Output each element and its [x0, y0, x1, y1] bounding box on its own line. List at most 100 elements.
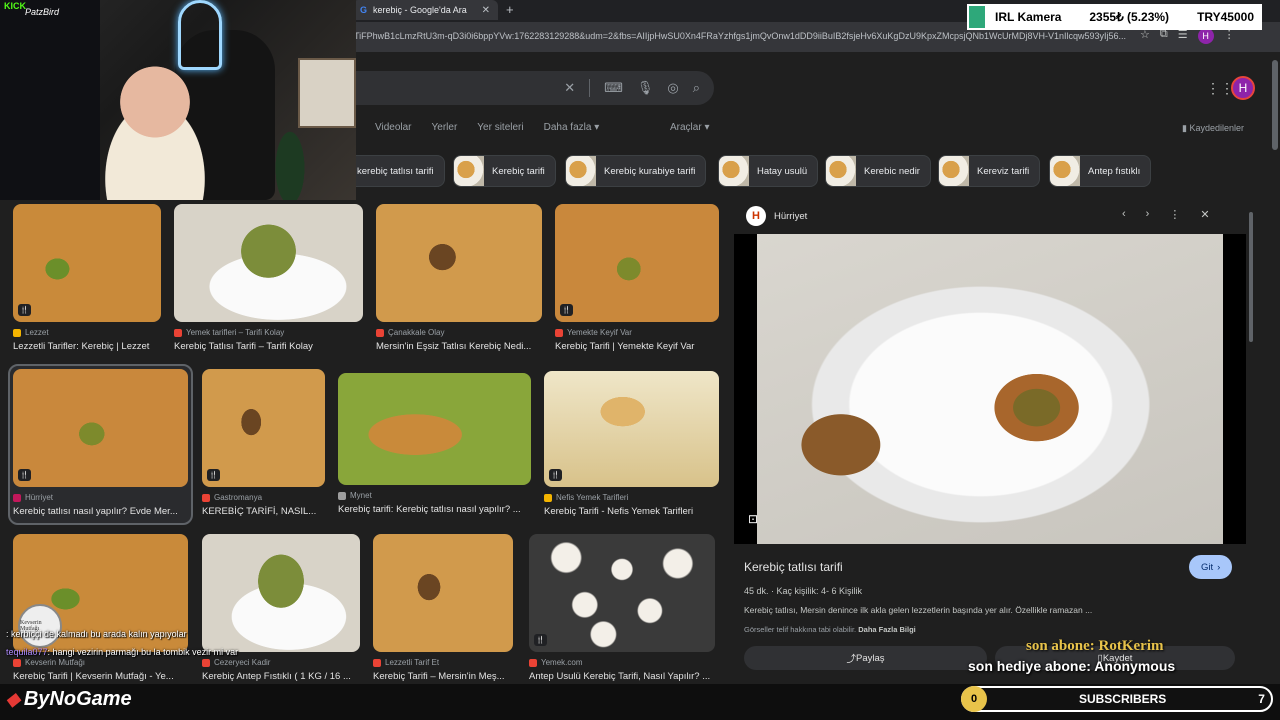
- image-result[interactable]: 🍴 Yemek.com Antep Usulü Kerebiç Tarifi, …: [529, 534, 715, 682]
- subscriber-goal-bar: 0 SUBSCRIBERS 7: [961, 686, 1273, 712]
- result-source: Lezzet: [13, 328, 161, 337]
- browser-tab[interactable]: G kerebiç - Google'da Ara ✕: [352, 0, 498, 20]
- donation-ticker: IRL Kamera 2355₺ (5.23%) TRY45000: [967, 4, 1262, 30]
- preview-image[interactable]: [757, 234, 1223, 544]
- image-result[interactable]: 🍴 Yemekte Keyif Var Kerebiç Tarifi | Yem…: [555, 204, 719, 352]
- result-title[interactable]: Mersin'in Eşsiz Tatlısı Kerebiç Nedi...: [376, 341, 542, 352]
- image-result[interactable]: Çanakkale Olay Mersin'in Eşsiz Tatlısı K…: [376, 204, 542, 352]
- bookmark-star-icon[interactable]: ☆: [1140, 28, 1150, 44]
- result-image[interactable]: 🍴: [13, 204, 161, 322]
- result-image[interactable]: 🍴: [555, 204, 719, 322]
- google-apps-icon[interactable]: ⋮⋮: [1206, 80, 1234, 97]
- tab-close-icon[interactable]: ✕: [482, 5, 490, 16]
- image-result[interactable]: 🍴 Nefis Yemek Tarifleri Kerebiç Tarifi -…: [544, 371, 719, 517]
- close-icon[interactable]: ✕: [1200, 208, 1209, 221]
- more-options-icon[interactable]: ⋮: [1169, 208, 1180, 221]
- recipe-badge-icon: 🍴: [18, 304, 31, 316]
- mic-icon[interactable]: 🎙: [637, 80, 654, 96]
- lens-icon[interactable]: ◎: [667, 80, 678, 96]
- result-title[interactable]: Kerebiç tatlısı nasıl yapılır? Evde Mer.…: [13, 506, 188, 517]
- ticker-label: IRL Kamera: [995, 10, 1062, 24]
- image-result[interactable]: 🍴 Lezzet Lezzetli Tarifler: Kerebiç | Le…: [13, 204, 161, 352]
- chat-username: tequila077: [6, 647, 48, 657]
- result-image[interactable]: [174, 204, 363, 322]
- result-title[interactable]: Antep Usulü Kerebiç Tarifi, Nasıl Yapılı…: [529, 671, 715, 682]
- keyboard-icon[interactable]: ⌨: [604, 80, 623, 96]
- result-image[interactable]: 🍴: [529, 534, 715, 652]
- preview-description: Kerebiç tatlısı, Mersin denince ilk akla…: [744, 605, 1093, 615]
- webcam-background: [0, 0, 100, 200]
- image-result[interactable]: Lezzetli Tarif Et Kerebiç Tarifi – Mersi…: [373, 534, 513, 682]
- source-name: Mynet: [350, 491, 372, 500]
- recipe-badge-icon: 🍴: [549, 469, 562, 481]
- tab-more[interactable]: Daha fazla ▾: [544, 122, 600, 133]
- chip-kerebic-kurabiye[interactable]: Kerebiç kurabiye tarifi: [565, 155, 707, 187]
- chip-kerebic-tarifi[interactable]: Kerebiç tarifi: [453, 155, 556, 187]
- url-field[interactable]: TiFPhwB1cLmzRtU3m-qD3i0i6bppYVw:17622831…: [354, 31, 1144, 41]
- result-title[interactable]: Kerebiç Tarifi - Nefis Yemek Tarifleri: [544, 506, 719, 517]
- source-name: Cezeryeci Kadir: [214, 658, 271, 667]
- preview-controls: ‹ › ⋮ ✕: [1122, 208, 1210, 221]
- streamer-signature: PatzBird: [25, 7, 60, 17]
- page-scrollbar[interactable]: [1272, 60, 1278, 150]
- share-button[interactable]: ⤴ Paylaş: [744, 646, 987, 670]
- result-title[interactable]: Kerebiç Antep Fıstıklı ( 1 KG / 16 ...: [202, 671, 360, 682]
- chat-message: tequila077: hangi vezirin parmağı bu la …: [6, 647, 238, 657]
- result-title[interactable]: Kerebiç Tarifi – Mersin'in Meş...: [373, 671, 513, 682]
- reading-list-icon[interactable]: ☰: [1178, 28, 1188, 44]
- previous-icon[interactable]: ‹: [1122, 208, 1126, 221]
- preview-source[interactable]: H Hürriyet: [746, 206, 807, 226]
- result-title[interactable]: Kerebiç Tarifi | Yemekte Keyif Var: [555, 341, 719, 352]
- bynogame-mark-icon: ◆: [6, 689, 20, 709]
- chip-kereviz-tarifi[interactable]: Kereviz tarifi: [938, 155, 1041, 187]
- panel-scrollbar[interactable]: [1249, 212, 1253, 342]
- chip-label: Kerebiç tarifi: [492, 165, 545, 177]
- chip-label: Kerebiç kurabiye tarifi: [604, 165, 696, 177]
- lens-search-icon[interactable]: ⊡: [748, 512, 758, 526]
- tab-videos[interactable]: Videolar: [375, 122, 412, 133]
- result-image[interactable]: [338, 373, 531, 485]
- browser-profile-avatar[interactable]: H: [1197, 28, 1214, 44]
- result-image[interactable]: 🍴: [13, 369, 188, 487]
- result-image[interactable]: 🍴: [544, 371, 719, 487]
- source-name: Yemekte Keyif Var: [567, 328, 632, 337]
- image-result[interactable]: Cezeryeci Kadir Kerebiç Antep Fıstıklı (…: [202, 534, 360, 682]
- result-image[interactable]: [202, 534, 360, 652]
- result-title[interactable]: Lezzetli Tarifler: Kerebiç | Lezzet: [13, 341, 161, 352]
- sub-goal-label: SUBSCRIBERS: [1078, 692, 1167, 706]
- result-title[interactable]: Kerebiç Tarifi | Kevserin Mutfağı - Ye..…: [13, 671, 188, 682]
- tab-places[interactable]: Yerler: [432, 122, 458, 133]
- search-input[interactable]: ✕ ⌨ 🎙 ◎ ⌕: [330, 71, 714, 105]
- chip-thumbnail: [939, 156, 969, 186]
- extensions-icon[interactable]: ⧉: [1160, 28, 1168, 44]
- result-image[interactable]: 🍴: [202, 369, 325, 487]
- tools-button[interactable]: Araçlar ▾: [670, 122, 709, 133]
- image-result[interactable]: 🍴 Gastromanya KEREBİÇ TARİFİ, NASIL...: [202, 369, 325, 517]
- visit-button[interactable]: Git ›: [1189, 555, 1233, 579]
- new-tab-button[interactable]: +: [506, 2, 514, 17]
- result-title[interactable]: Kerebiç tarifi: Kerebiç tatlısı nasıl ya…: [338, 504, 531, 515]
- chip-kerebic-nedir[interactable]: Kerebic nedir: [825, 155, 931, 187]
- chat-channel-badge: Kevserin Mutfağı: [18, 604, 62, 648]
- saved-button[interactable]: ▮ Kaydedilenler: [1182, 123, 1244, 134]
- image-result[interactable]: Mynet Kerebiç tarifi: Kerebiç tatlısı na…: [338, 373, 531, 515]
- more-info-link[interactable]: Daha Fazla Bilgi: [858, 625, 916, 634]
- result-title[interactable]: Kerebiç Tatlısı Tarifi – Tarifi Kolay: [174, 341, 363, 352]
- image-result-selected[interactable]: 🍴 Hürriyet Kerebiç tatlısı nasıl yapılır…: [8, 364, 193, 525]
- browser-menu-icon[interactable]: ⋮: [1224, 28, 1235, 44]
- search-icon[interactable]: ⌕: [693, 80, 700, 96]
- preview-source-name: Hürriyet: [774, 210, 808, 222]
- clear-search-icon[interactable]: ✕: [564, 80, 575, 96]
- google-account-avatar[interactable]: H: [1231, 76, 1255, 100]
- tab-sites[interactable]: Yer siteleri: [477, 122, 523, 133]
- source-favicon-icon: [202, 493, 210, 502]
- result-image[interactable]: [373, 534, 513, 652]
- result-source: Cezeryeci Kadir: [202, 658, 360, 667]
- next-icon[interactable]: ›: [1146, 208, 1150, 221]
- image-result[interactable]: Yemek tarifleri – Tarifi Kolay Kerebiç T…: [174, 204, 363, 352]
- result-title[interactable]: KEREBİÇ TARİFİ, NASIL...: [202, 506, 325, 517]
- chip-antep-fistikli[interactable]: Antep fıstıklı: [1049, 155, 1152, 187]
- preview-title[interactable]: Kerebiç tatlısı tarifi: [744, 560, 843, 574]
- result-image[interactable]: [376, 204, 542, 322]
- chip-hatay-usulu[interactable]: Hatay usulü: [718, 155, 819, 187]
